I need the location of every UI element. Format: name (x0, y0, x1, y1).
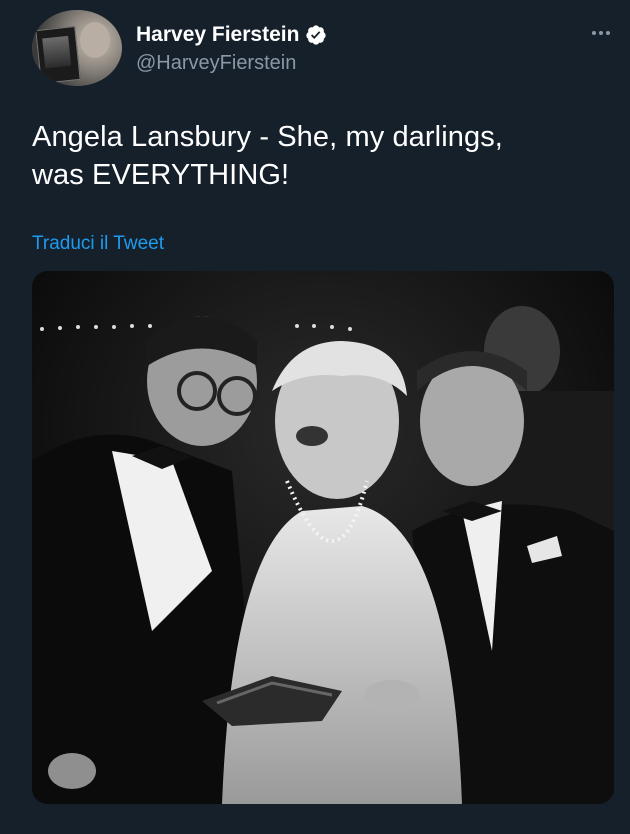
tweet-text: Angela Lansbury - She, my darlings, was … (32, 118, 612, 194)
tweet-header: Harvey Fierstein @HarveyFierstein (32, 10, 616, 88)
translate-tweet-link[interactable]: Traduci il Tweet (32, 232, 164, 256)
verified-badge-icon (306, 25, 327, 45)
avatar[interactable] (32, 10, 122, 86)
tweet-photo[interactable] (32, 271, 614, 804)
author-handle[interactable]: @HarveyFierstein (136, 50, 327, 76)
tweet-text-line-1: Angela Lansbury - She, my darlings, (32, 121, 503, 153)
photo-illustration (32, 271, 614, 804)
book-image (35, 26, 81, 84)
more-options-icon[interactable] (588, 28, 614, 38)
tweet-text-line-2: was EVERYTHING! (32, 159, 290, 191)
author-info: Harvey Fierstein @HarveyFierstein (136, 22, 327, 76)
display-name[interactable]: Harvey Fierstein (136, 22, 299, 48)
tweet-card: Harvey Fierstein @HarveyFierstein Angela… (0, 0, 630, 834)
author-name-row[interactable]: Harvey Fierstein (136, 22, 327, 48)
